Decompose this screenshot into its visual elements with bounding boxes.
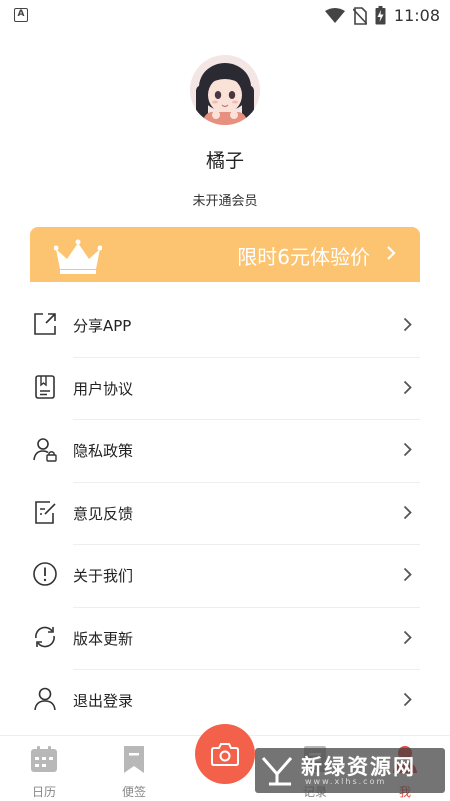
info-icon	[33, 562, 57, 586]
menu-item-privacy-policy[interactable]: 隐私政策	[30, 420, 420, 483]
watermark-logo-icon	[261, 757, 293, 786]
feedback-icon	[35, 500, 56, 524]
status-bar: A 11:08	[0, 0, 450, 32]
status-time: 11:08	[393, 6, 440, 25]
menu-item-label: 用户协议	[73, 379, 134, 398]
avatar-image	[190, 55, 260, 125]
menu-item-label: 意见反馈	[73, 504, 134, 523]
camera-icon	[211, 743, 239, 766]
menu-item-about-us[interactable]: 关于我们	[30, 545, 420, 608]
chevron-right-icon	[403, 567, 412, 582]
menu-item-label: 版本更新	[73, 629, 134, 648]
wifi-icon	[324, 7, 345, 23]
chevron-right-icon	[403, 692, 412, 707]
menu-item-label: 关于我们	[73, 567, 134, 585]
calendar-icon	[31, 746, 57, 772]
menu-item-feedback[interactable]: 意见反馈	[30, 483, 420, 545]
notification-a-icon: A	[14, 8, 28, 22]
tab-calendar[interactable]: 日历	[14, 736, 74, 801]
user-logout-icon	[34, 687, 56, 711]
settings-menu: 分享APP 用户协议 隐私政策 意见反馈 关于我们 版本更新 退出登录	[30, 295, 420, 733]
crown-icon	[54, 239, 102, 274]
agreement-icon	[35, 374, 55, 399]
membership-status: 未开通会员	[192, 194, 258, 209]
camera-button[interactable]	[195, 724, 255, 784]
chevron-right-icon	[403, 630, 412, 644]
menu-item-user-agreement[interactable]: 用户协议	[30, 358, 420, 420]
username: 橘子	[205, 150, 244, 172]
avatar[interactable]	[190, 55, 260, 125]
battery-charging-icon	[375, 6, 386, 25]
watermark-url: www.xlhs.com	[305, 777, 387, 786]
menu-item-version-update[interactable]: 版本更新	[30, 608, 420, 670]
vip-offer-text: 限时6元体验价	[237, 245, 370, 269]
no-sim-icon	[352, 6, 367, 25]
menu-item-share-app[interactable]: 分享APP	[30, 295, 420, 358]
menu-item-label: 退出登录	[73, 692, 134, 710]
tab-label: 日历	[31, 785, 56, 799]
vip-banner[interactable]: 限时6元体验价	[30, 227, 420, 282]
status-icons: 11:08	[324, 6, 440, 25]
privacy-icon	[33, 438, 57, 462]
menu-item-label: 隐私政策	[73, 442, 134, 460]
chevron-right-icon	[403, 505, 412, 519]
chevron-right-icon	[387, 246, 396, 260]
refresh-icon	[35, 626, 55, 647]
chevron-right-icon	[403, 380, 412, 394]
tab-label: 便签	[121, 785, 146, 799]
watermark: 新绿资源网 www.xlhs.com	[255, 748, 445, 793]
tab-notes[interactable]: 便签	[104, 736, 164, 801]
bookmark-icon	[124, 746, 144, 773]
menu-item-label: 分享APP	[73, 317, 132, 335]
chevron-right-icon	[403, 317, 412, 332]
share-icon	[34, 313, 56, 335]
chevron-right-icon	[403, 442, 412, 457]
